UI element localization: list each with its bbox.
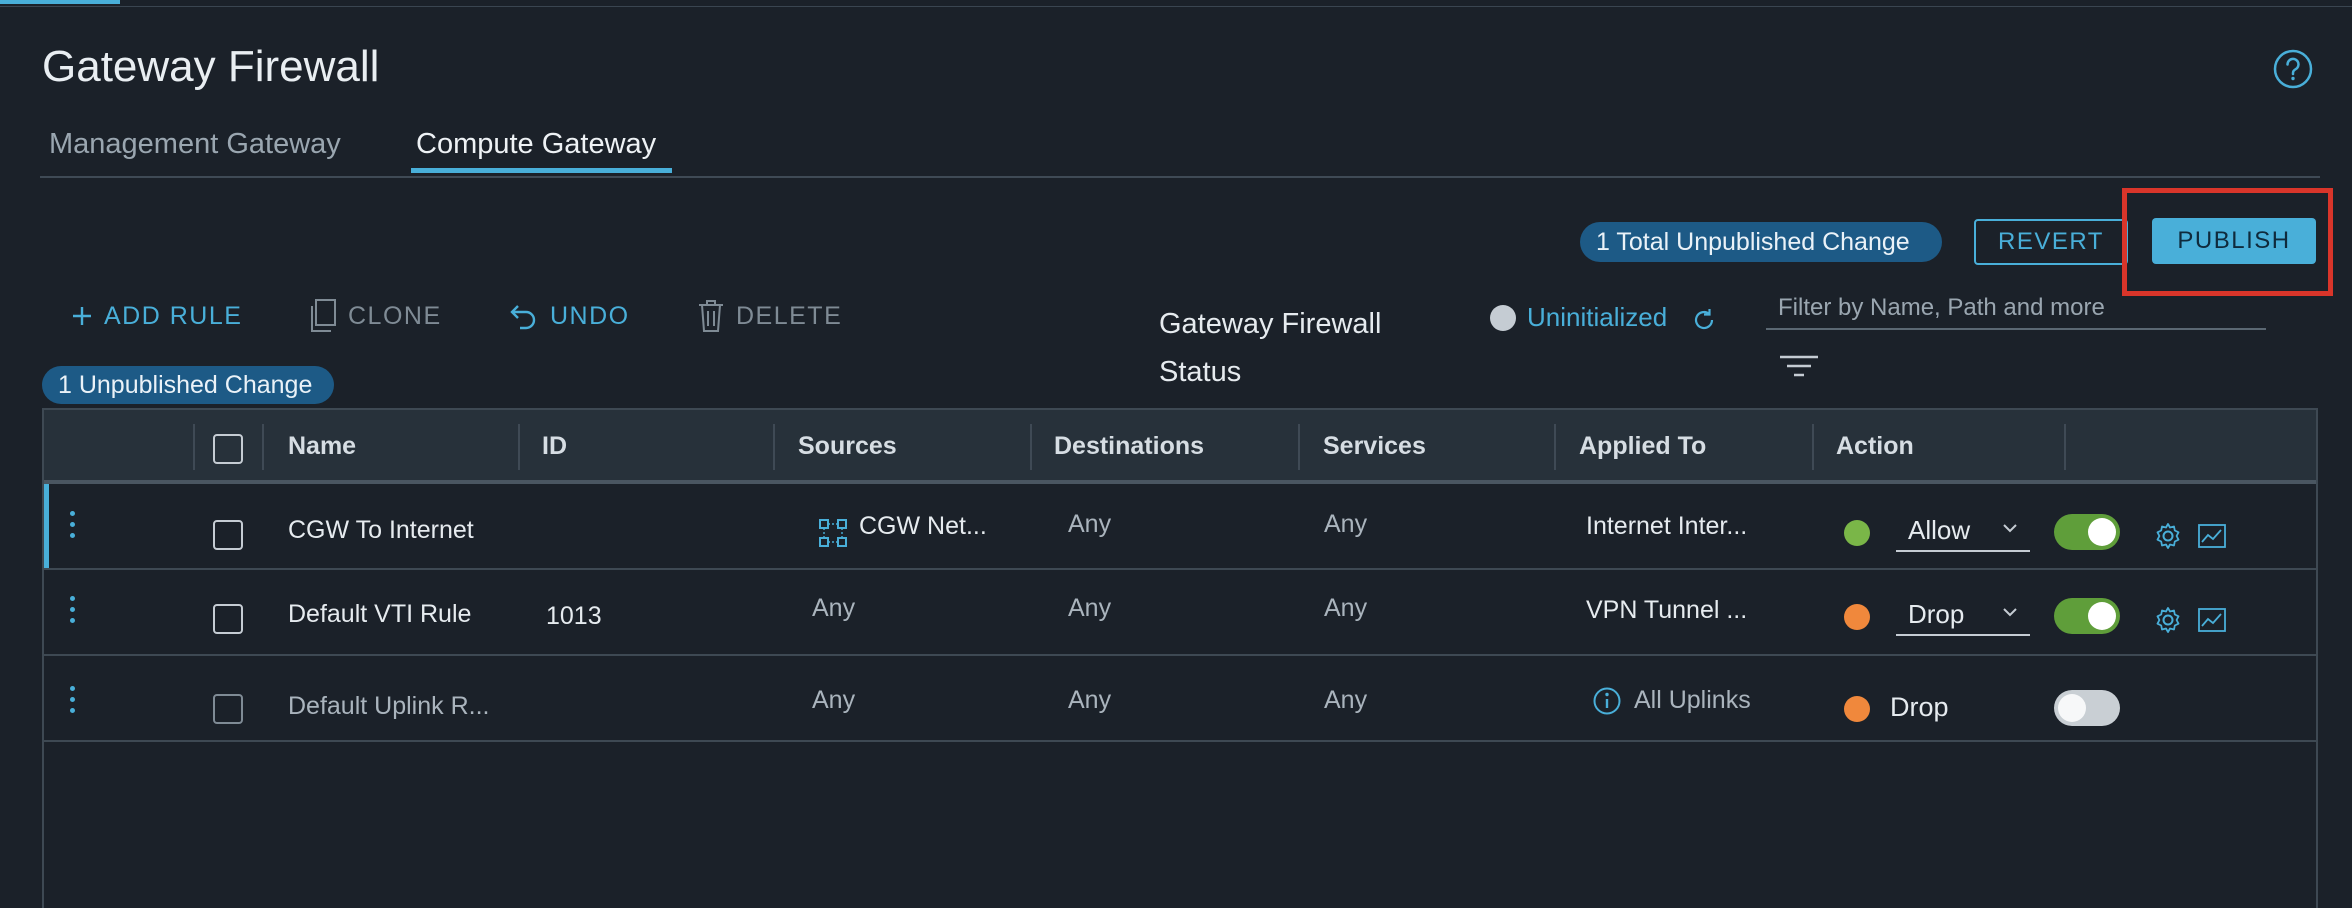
- info-icon[interactable]: [1592, 686, 1622, 716]
- rule-sources: Any: [812, 686, 856, 714]
- help-icon[interactable]: [2272, 48, 2314, 90]
- add-rule-label: ADD RULE: [104, 301, 243, 330]
- rule-name[interactable]: Default VTI Rule: [288, 600, 471, 629]
- action-select[interactable]: Allow: [1896, 512, 2030, 552]
- firewall-status-value[interactable]: Uninitialized: [1527, 302, 1667, 333]
- column-header-action[interactable]: Action: [1836, 432, 1914, 461]
- undo-button[interactable]: UNDO: [508, 296, 630, 336]
- undo-icon: [510, 305, 536, 330]
- action-status-dot: [1844, 520, 1870, 546]
- row-checkbox[interactable]: [213, 694, 243, 724]
- network-group-icon: [819, 519, 847, 547]
- column-separator: [2064, 424, 2066, 470]
- column-separator: [518, 424, 520, 470]
- chevron-down-icon: [2003, 524, 2017, 533]
- column-separator: [1030, 424, 1032, 470]
- status-indicator-dot: [1490, 305, 1516, 331]
- table-row[interactable]: Default Uplink R... Any Any Any All Upli…: [44, 656, 2316, 742]
- column-separator: [1298, 424, 1300, 470]
- kebab-icon[interactable]: [70, 596, 76, 629]
- rule-services[interactable]: Any: [1324, 510, 1367, 539]
- column-separator: [193, 424, 195, 470]
- column-header-services[interactable]: Services: [1323, 432, 1426, 461]
- column-header-destinations[interactable]: Destinations: [1054, 432, 1204, 461]
- rule-destinations[interactable]: Any: [1068, 594, 1111, 623]
- rule-applied-to[interactable]: Internet Inter...: [1586, 512, 1747, 541]
- refresh-icon[interactable]: [1690, 306, 1718, 334]
- grid-header: Name ID Sources Destinations Services Ap…: [44, 410, 2316, 484]
- row-checkbox[interactable]: [213, 520, 243, 550]
- rule-id: 1013: [546, 602, 602, 630]
- delete-button[interactable]: DELETE: [696, 296, 842, 336]
- rule-applied-to[interactable]: VPN Tunnel ...: [1586, 596, 1747, 625]
- column-separator: [1554, 424, 1556, 470]
- tab-compute-gateway[interactable]: Compute Gateway: [416, 128, 656, 161]
- action-status-dot: [1844, 696, 1870, 722]
- rule-sources[interactable]: Any: [812, 594, 855, 623]
- chevron-down-icon: [2003, 608, 2017, 617]
- rule-destinations[interactable]: Any: [1068, 510, 1111, 539]
- gear-icon[interactable]: [2154, 606, 2182, 634]
- action-select-value: Allow: [1908, 515, 1971, 545]
- rule-action: Drop: [1890, 692, 1949, 722]
- clone-label: CLONE: [348, 301, 442, 330]
- tab-management-gateway[interactable]: Management Gateway: [49, 128, 341, 161]
- table-row[interactable]: CGW To Internet CGW Net... Any Any Inter…: [44, 484, 2316, 570]
- select-all-checkbox[interactable]: [213, 434, 243, 464]
- chart-icon[interactable]: [2198, 524, 2226, 548]
- action-select[interactable]: Drop: [1896, 596, 2030, 636]
- filter-input[interactable]: [1766, 288, 2266, 330]
- column-separator: [262, 424, 264, 470]
- action-select-value: Drop: [1908, 599, 1965, 629]
- active-tab-indicator: [411, 168, 672, 173]
- firewall-rules-grid: Name ID Sources Destinations Services Ap…: [42, 408, 2318, 908]
- rule-services: Any: [1324, 686, 1368, 714]
- rule-destinations: Any: [1068, 686, 1112, 714]
- action-status-dot: [1844, 604, 1870, 630]
- gear-icon[interactable]: [2154, 522, 2182, 550]
- rule-name[interactable]: CGW To Internet: [288, 516, 474, 545]
- rule-services[interactable]: Any: [1324, 594, 1367, 623]
- column-separator: [773, 424, 775, 470]
- filter-icon[interactable]: [1778, 354, 1820, 378]
- rule-enabled-toggle[interactable]: [2054, 598, 2120, 634]
- rule-enabled-toggle[interactable]: [2054, 690, 2120, 726]
- page-title: Gateway Firewall: [42, 42, 380, 91]
- column-header-applied-to[interactable]: Applied To: [1579, 432, 1706, 461]
- add-rule-button[interactable]: ADD RULE: [70, 296, 242, 336]
- column-separator: [1812, 424, 1814, 470]
- chart-icon[interactable]: [2198, 608, 2226, 632]
- gateway-tabs: Management Gateway Compute Gateway: [40, 120, 2320, 178]
- top-accent-bar: [0, 0, 120, 4]
- delete-label: DELETE: [736, 301, 843, 330]
- clone-icon: [311, 299, 336, 332]
- rule-sources[interactable]: CGW Net...: [859, 512, 987, 541]
- rule-applied-to: All Uplinks: [1634, 686, 1751, 714]
- table-row[interactable]: Default VTI Rule 1013 Any Any Any VPN Tu…: [44, 570, 2316, 656]
- rule-enabled-toggle[interactable]: [2054, 514, 2120, 550]
- top-border: [0, 0, 2352, 7]
- undo-label: UNDO: [550, 301, 630, 330]
- trash-icon: [699, 300, 723, 332]
- unpublished-change-badge: 1 Unpublished Change: [42, 366, 334, 404]
- column-header-sources[interactable]: Sources: [798, 432, 897, 461]
- firewall-status-label: Gateway Firewall Status: [1159, 308, 1382, 388]
- total-unpublished-badge: 1 Total Unpublished Change: [1580, 222, 1942, 262]
- column-header-id[interactable]: ID: [542, 432, 567, 461]
- rule-name[interactable]: Default Uplink R...: [288, 692, 489, 721]
- column-header-name[interactable]: Name: [288, 432, 356, 461]
- kebab-icon[interactable]: [70, 686, 76, 719]
- revert-button[interactable]: REVERT: [1974, 219, 2128, 265]
- row-checkbox[interactable]: [213, 604, 243, 634]
- clone-button[interactable]: CLONE: [308, 296, 442, 336]
- publish-highlight-box: [2122, 188, 2333, 296]
- plus-icon: [73, 307, 91, 325]
- kebab-icon[interactable]: [70, 511, 76, 544]
